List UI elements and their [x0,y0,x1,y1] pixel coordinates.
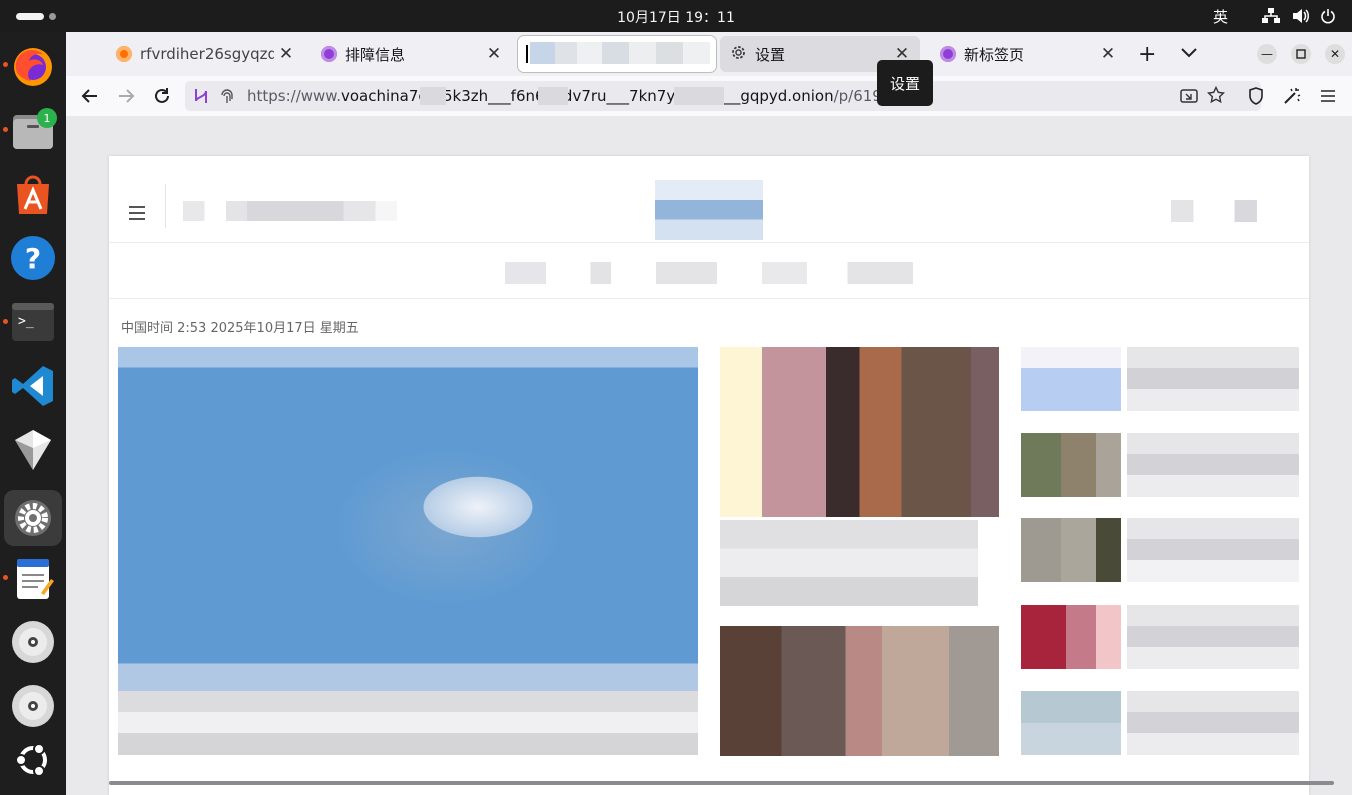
url-text[interactable]: https://www.voachina7ept5k3zh___f6n6vhdv… [247,87,930,105]
close-tab-icon[interactable]: ✕ [482,44,506,64]
tab-onion-site[interactable]: rfvrdiher26sgyqzqu674 ✕ [102,36,304,72]
menu-hamburger-icon[interactable] [1314,82,1342,110]
browser-window: rfvrdiher26sgyqzqu674 ✕ 排障信息 ✕ 设置 ✕ 新标签页… [66,32,1352,795]
tab-active-loading[interactable] [518,36,716,72]
tab-title: rfvrdiher26sgyqzqu674 [140,45,274,63]
blurred-headline-7[interactable] [1127,691,1299,755]
tor-favicon-icon [940,46,956,62]
dock: 1 ? >_ [0,32,66,795]
help-icon[interactable]: ? [9,234,57,282]
clock[interactable]: 10月17日 19：11 [0,7,1352,27]
tab-title: 排障信息 [345,45,406,64]
dvd-icon[interactable] [9,682,57,730]
article-thumbnail-3[interactable] [1021,347,1121,411]
new-identity-icon[interactable] [1278,82,1306,110]
new-tab-button[interactable]: + [1138,42,1156,67]
files-icon[interactable]: 1 [9,106,57,154]
blurred-site-logo[interactable] [655,180,763,240]
minimize-button[interactable]: — [1257,44,1277,64]
network-icon[interactable] [1262,8,1280,28]
blurred-headline-6[interactable] [1127,605,1299,669]
close-tab-icon[interactable]: ✕ [1096,44,1120,64]
running-indicator [3,319,8,324]
close-tab-icon[interactable]: ✕ [274,44,298,64]
china-time-label: 中国时间 2:53 2025年10月17日 星期五 [121,321,359,336]
article-thumbnail-2[interactable] [720,626,999,756]
horizontal-scrollbar[interactable] [109,781,1334,785]
reader-view-icon[interactable] [1180,87,1198,109]
close-window-button[interactable]: ✕ [1325,44,1345,64]
dvd-icon[interactable] [9,618,57,666]
svg-text:?: ? [25,242,41,275]
header-divider [165,184,166,228]
reload-button[interactable] [148,82,176,110]
nav-separator [109,298,1309,299]
fingerprint-icon[interactable] [219,87,235,109]
running-indicator [3,62,8,67]
maximize-button[interactable] [1291,44,1311,64]
running-indicator [3,575,8,580]
tor-favicon-icon [321,46,337,62]
article-thumbnail-4[interactable] [1021,433,1121,497]
article-thumbnail-1[interactable] [720,347,999,517]
blurred-section-nav[interactable] [505,262,913,284]
url-bar[interactable]: https://www.voachina7ept5k3zh___f6n6vhdv… [185,81,1261,111]
blurred-url-segment [674,87,724,105]
blurred-headline-4[interactable] [1127,433,1299,497]
tab-strip: rfvrdiher26sgyqzqu674 ✕ 排障信息 ✕ 设置 ✕ 新标签页… [66,32,1352,76]
blurred-headline-5[interactable] [1127,518,1299,582]
site-menu-icon[interactable] [129,206,145,224]
hero-image[interactable] [118,347,698,691]
terminal-icon[interactable]: >_ [9,298,57,346]
onion-circuit-icon[interactable] [193,87,209,109]
forward-button[interactable] [112,82,140,110]
shield-icon[interactable] [1242,82,1270,110]
app-center-icon[interactable] [9,170,57,218]
running-indicator [3,127,8,132]
power-icon[interactable] [1320,8,1336,28]
tab-title: 设置 [755,45,786,64]
tab-new-tab[interactable]: 新标签页 ✕ [926,36,1126,72]
volume-icon[interactable] [1292,8,1310,28]
tab-troubleshooting[interactable]: 排障信息 ✕ [307,36,512,72]
ubuntu-icon[interactable] [9,736,57,784]
svg-text:>_: >_ [18,314,34,329]
header-separator [109,242,1309,243]
notification-badge: 1 [37,108,57,128]
back-button[interactable] [76,82,104,110]
text-cursor [526,45,528,63]
system-top-bar: 10月17日 19：11 英 [0,0,1352,32]
page-viewport[interactable]: 中国时间 2:53 2025年10月17日 星期五 [66,116,1352,795]
bookmark-star-icon[interactable] [1206,85,1226,108]
tab-title: 新标签页 [964,45,1025,64]
gear-icon [730,44,747,65]
firefox-icon[interactable] [9,42,57,90]
input-method-indicator[interactable]: 英 [1213,6,1228,27]
blurred-url-segment [538,87,568,105]
tor-browser-icon[interactable] [9,426,57,474]
vscode-icon[interactable] [9,362,57,410]
article-thumbnail-5[interactable] [1021,518,1121,582]
blurred-hero-headline[interactable] [118,691,698,755]
blurred-tab-title [530,42,710,64]
navigation-toolbar: https://www.voachina7ept5k3zh___f6n6vhdv… [66,76,1352,116]
article-thumbnail-6[interactable] [1021,605,1121,669]
blurred-site-nav [183,201,397,221]
blurred-url-segment [420,87,446,105]
news-page: 中国时间 2:53 2025年10月17日 星期五 [109,156,1309,795]
article-thumbnail-7[interactable] [1021,691,1121,755]
text-editor-icon[interactable] [9,554,57,602]
list-all-tabs-icon[interactable] [1180,44,1198,63]
settings-icon[interactable] [4,490,62,546]
blurred-headline-3[interactable] [1127,347,1299,411]
site-favicon-icon [116,46,132,62]
blurred-headline-1[interactable] [720,520,978,606]
tab-tooltip: 设置 [877,60,933,106]
blurred-header-actions[interactable] [1171,200,1257,222]
